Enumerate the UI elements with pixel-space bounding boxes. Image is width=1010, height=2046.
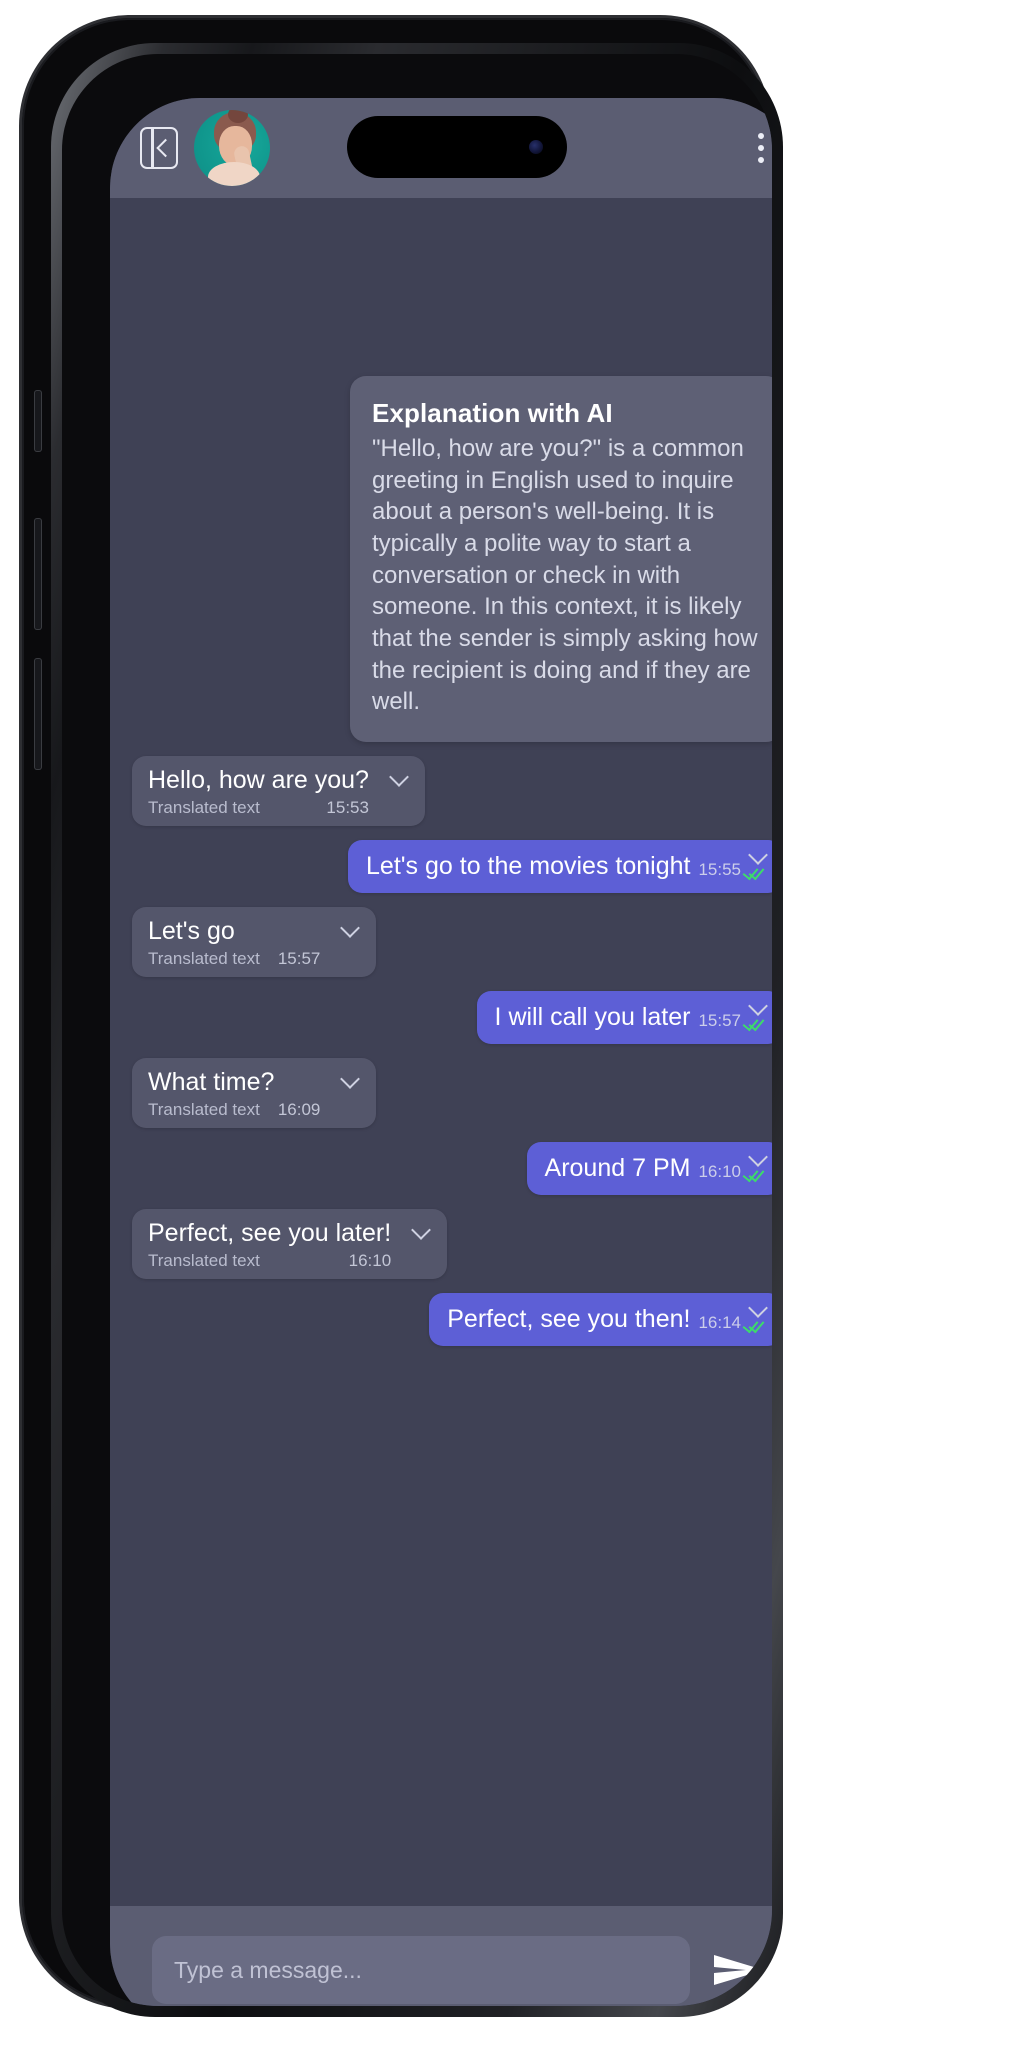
message-row: Hello, how are you? Translated text 15:5… [132,756,772,826]
chevron-down-icon[interactable] [390,770,409,781]
message-meta: Translated text 15:57 [148,949,320,969]
double-check-icon [746,863,766,877]
message-timestamp: 15:57 [698,1011,741,1031]
double-check-icon [746,1316,766,1330]
menu-dot [758,157,764,163]
message-timestamp: 15:57 [277,948,321,968]
message-timestamp: 16:10 [698,1162,741,1182]
message-bubble-outgoing[interactable]: I will call you later 15:57 [476,990,772,1045]
chevron-down-icon[interactable] [412,1223,431,1234]
phone-bezel: Explanation with AI "Hello, how are you?… [62,54,772,2006]
message-list[interactable]: Explanation with AI "Hello, how are you?… [110,198,772,1906]
message-bubble-incoming[interactable]: What time? Translated text 16:09 [132,1058,377,1128]
message-timestamp: 16:10 [348,1250,392,1270]
message-row: Perfect, see you later! Translated text … [132,1209,772,1279]
chat-header [110,98,772,198]
ai-explanation-title: Explanation with AI [372,398,613,428]
screenshot-stage: Explanation with AI "Hello, how are you?… [0,0,1010,2046]
message-text: Perfect, see you later! [148,1219,392,1248]
message-bubble-incoming[interactable]: Let's go Translated text 15:57 [132,907,377,977]
translated-label: Translated text [148,797,260,817]
ai-explanation-row: Explanation with AI "Hello, how are you?… [132,376,772,743]
phone-screen: Explanation with AI "Hello, how are you?… [110,98,772,2006]
overflow-menu-icon[interactable] [744,126,772,170]
message-text: Let's go to the movies tonight [366,851,691,880]
message-text: Let's go [148,917,235,946]
translated-label: Translated text [148,1250,260,1270]
message-row: What time? Translated text 16:09 [132,1058,772,1128]
message-input[interactable] [152,1936,690,2004]
message-row: I will call you later 15:57 [132,990,772,1045]
dynamic-island [347,116,567,178]
message-text: What time? [148,1068,275,1097]
list-top-spacer [132,212,772,362]
send-paper-plane-icon [714,1955,764,1985]
message-timestamp: 15:53 [326,797,369,817]
panel-collapse-icon[interactable] [140,127,178,169]
message-composer [110,1906,772,2006]
message-bubble-incoming[interactable]: Hello, how are you? Translated text 15:5… [132,756,425,826]
message-timestamp: 15:55 [698,860,741,880]
double-check-icon [746,1014,766,1028]
message-meta: Translated text 15:53 [148,798,369,818]
message-meta: Translated text 16:10 [148,1251,391,1271]
chevron-down-icon[interactable] [749,848,768,859]
message-timestamp: 16:09 [277,1099,321,1119]
volume-down-button[interactable] [34,658,42,770]
menu-dot [758,145,764,151]
message-text: Perfect, see you then! [447,1304,691,1333]
message-bubble-outgoing[interactable]: Around 7 PM 16:10 [526,1141,772,1196]
message-row: Let's go to the movies tonight 15:55 [132,839,772,894]
avatar-body [208,162,260,186]
silent-switch[interactable] [34,390,42,452]
ai-explanation-body: "Hello, how are you?" is a common greeti… [372,435,758,716]
message-text: I will call you later [494,1002,691,1031]
chevron-down-icon[interactable] [341,1072,360,1083]
avatar[interactable] [194,110,270,186]
chevron-down-icon[interactable] [341,921,360,932]
double-check-icon [746,1165,766,1179]
message-bubble-outgoing[interactable]: Perfect, see you then! 16:14 [429,1292,772,1347]
translated-label: Translated text [148,1099,260,1119]
message-row: Around 7 PM 16:10 [132,1141,772,1196]
phone-frame: Explanation with AI "Hello, how are you?… [22,18,783,2017]
message-text: Around 7 PM [544,1153,691,1182]
chevron-down-icon[interactable] [749,999,768,1010]
message-row: Let's go Translated text 15:57 [132,907,772,977]
message-timestamp: 16:14 [698,1313,741,1333]
chevron-down-icon[interactable] [749,1301,768,1312]
menu-dot [758,133,764,139]
message-meta: Translated text 16:09 [148,1100,320,1120]
message-bubble-incoming[interactable]: Perfect, see you later! Translated text … [132,1209,448,1279]
translated-label: Translated text [148,948,260,968]
send-button[interactable] [708,1939,770,2001]
ai-explanation-card[interactable]: Explanation with AI "Hello, how are you?… [350,376,772,743]
front-camera-icon [529,140,543,154]
chevron-down-icon[interactable] [749,1150,768,1161]
volume-up-button[interactable] [34,518,42,630]
message-text: Hello, how are you? [148,766,369,795]
message-bubble-outgoing[interactable]: Let's go to the movies tonight 15:55 [348,839,772,894]
message-row: Perfect, see you then! 16:14 [132,1292,772,1347]
